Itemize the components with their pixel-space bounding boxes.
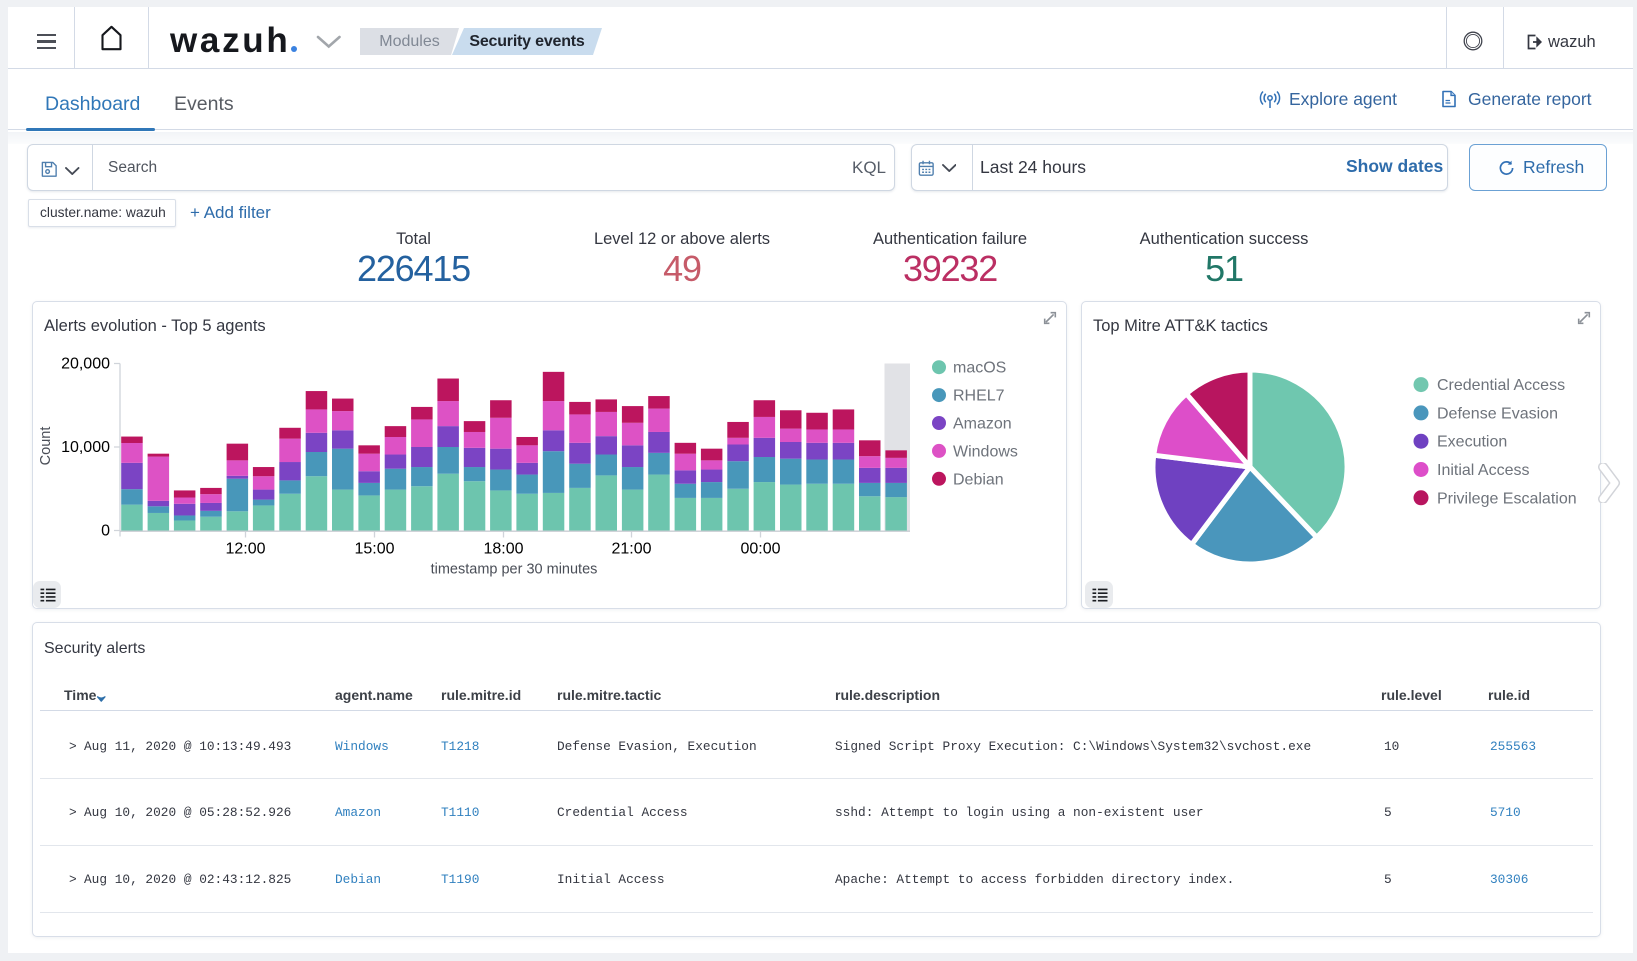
svg-text:timestamp per 30 minutes: timestamp per 30 minutes: [431, 562, 598, 578]
svg-text:10,000: 10,000: [61, 439, 110, 456]
svg-text:12:00: 12:00: [225, 541, 265, 558]
svg-text:20,000: 20,000: [61, 356, 110, 373]
svg-text:Windows: Windows: [953, 443, 1018, 460]
svg-text:21:00: 21:00: [611, 541, 651, 558]
svg-text:Execution: Execution: [1437, 434, 1507, 451]
svg-text:0: 0: [101, 523, 110, 540]
svg-text:Amazon: Amazon: [953, 416, 1012, 433]
svg-text:00:00: 00:00: [740, 541, 780, 558]
svg-text:15:00: 15:00: [354, 541, 394, 558]
svg-text:Debian: Debian: [953, 471, 1004, 488]
svg-text:RHEL7: RHEL7: [953, 388, 1005, 405]
svg-text:Credential Access: Credential Access: [1437, 377, 1565, 394]
svg-text:Defense Evasion: Defense Evasion: [1437, 405, 1558, 422]
svg-text:Privilege Escalation: Privilege Escalation: [1437, 490, 1577, 507]
svg-text:18:00: 18:00: [483, 541, 523, 558]
svg-text:macOS: macOS: [953, 360, 1006, 377]
svg-text:Count: Count: [38, 427, 54, 466]
svg-text:Initial Access: Initial Access: [1437, 462, 1529, 479]
